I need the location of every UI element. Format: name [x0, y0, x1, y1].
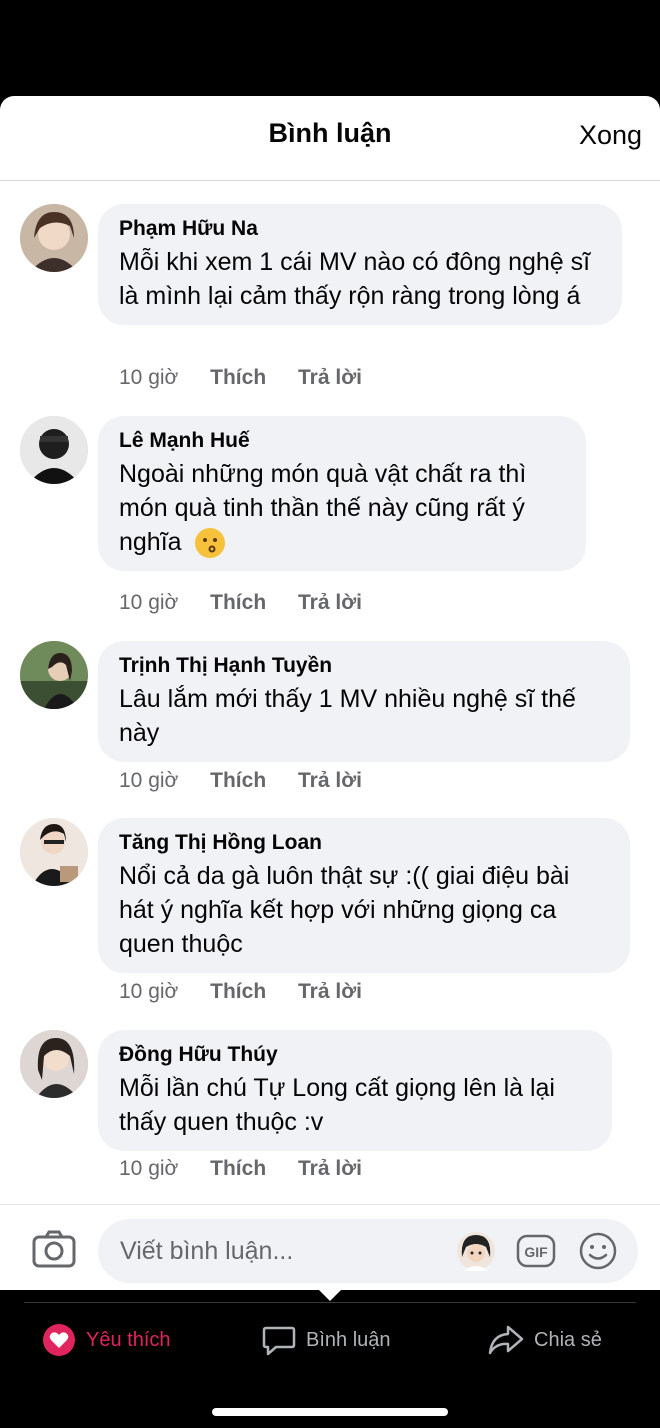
home-indicator[interactable]	[212, 1408, 448, 1416]
sheet-header: Bình luận Xong	[0, 96, 660, 181]
comment-time: 10 giờ	[119, 980, 179, 1003]
bottom-action-bar: Yêu thích Bình luận Chia sẻ	[0, 1289, 660, 1428]
reply-link[interactable]: Trả lời	[298, 1157, 362, 1180]
comment-time: 10 giờ	[119, 591, 179, 614]
like-link[interactable]: Thích	[210, 591, 266, 614]
comment-bubble: Tăng Thị Hồng Loan Nổi cả da gà luôn thậ…	[98, 818, 630, 973]
gif-label: GIF	[524, 1244, 548, 1260]
comment-actions: 10 giờ Thích Trả lời	[119, 980, 388, 1004]
comment-actions: 10 giờ Thích Trả lời	[119, 1157, 388, 1181]
comment-time: 10 giờ	[119, 769, 179, 792]
avatar[interactable]	[20, 641, 88, 709]
comment-text: Lâu lắm mới thấy 1 MV nhiều nghệ sĩ thế …	[119, 685, 576, 747]
comment-author[interactable]: Đồng Hữu Thúy	[119, 1042, 590, 1068]
like-link[interactable]: Thích	[210, 366, 266, 389]
avatar[interactable]	[20, 204, 88, 272]
like-tab[interactable]: Yêu thích	[42, 1320, 171, 1360]
avatar-sticker-icon[interactable]	[456, 1231, 496, 1271]
comment-actions: 10 giờ Thích Trả lời	[119, 366, 388, 390]
smiley-icon[interactable]	[578, 1231, 618, 1271]
reply-link[interactable]: Trả lời	[298, 769, 362, 792]
comment-bubble: Lê Mạnh Huế Ngoài những món quà vật chất…	[98, 416, 586, 571]
done-button[interactable]: Xong	[579, 120, 642, 151]
comment-composer: Viết bình luận... GIF	[0, 1204, 660, 1290]
comment-author[interactable]: Trịnh Thị Hạnh Tuyền	[119, 653, 608, 679]
comment-icon	[262, 1326, 296, 1356]
comment-text-wrapper: Ngoài những món quà vật chất ra thì món …	[119, 457, 564, 559]
page-title: Bình luận	[268, 118, 392, 148]
kissing-face-emoji	[194, 528, 225, 559]
share-icon	[488, 1325, 524, 1355]
comment-text: Ngoài những món quà vật chất ra thì món …	[119, 460, 527, 556]
heart-icon	[43, 1324, 75, 1356]
comment-text: Mỗi lần chú Tự Long cất giọng lên là lại…	[119, 1074, 555, 1136]
comment-bubble: Đồng Hữu Thúy Mỗi lần chú Tự Long cất gi…	[98, 1030, 612, 1151]
reply-link[interactable]: Trả lời	[298, 366, 362, 389]
comment-author[interactable]: Lê Mạnh Huế	[119, 428, 564, 454]
like-link[interactable]: Thích	[210, 980, 266, 1003]
avatar[interactable]	[20, 818, 88, 886]
sheet-pointer	[318, 1289, 342, 1301]
gif-icon[interactable]: GIF	[516, 1231, 556, 1271]
avatar[interactable]	[20, 416, 88, 484]
comment-bubble: Trịnh Thị Hạnh Tuyền Lâu lắm mới thấy 1 …	[98, 641, 630, 762]
comment-input[interactable]: Viết bình luận... GIF	[98, 1219, 638, 1283]
comment-bubble: Phạm Hữu Na Mỗi khi xem 1 cái MV nào có …	[98, 204, 622, 325]
comment-actions: 10 giờ Thích Trả lời	[119, 769, 388, 793]
comment-text: Nổi cả da gà luôn thật sự :(( giai điệu …	[119, 862, 570, 958]
reply-link[interactable]: Trả lời	[298, 980, 362, 1003]
camera-icon[interactable]	[32, 1229, 76, 1269]
reply-link[interactable]: Trả lời	[298, 591, 362, 614]
divider	[24, 1302, 636, 1303]
avatar[interactable]	[20, 1030, 88, 1098]
comment-tab[interactable]: Bình luận	[262, 1320, 391, 1360]
like-link[interactable]: Thích	[210, 769, 266, 792]
comment-placeholder: Viết bình luận...	[120, 1237, 294, 1265]
comment-tab-label: Bình luận	[306, 1328, 391, 1351]
comment-time: 10 giờ	[119, 366, 179, 389]
like-link[interactable]: Thích	[210, 1157, 266, 1180]
comments-sheet: Bình luận Xong Phạm Hữu Na Mỗi khi xem 1…	[0, 96, 660, 1290]
comment-text: Mỗi khi xem 1 cái MV nào có đông nghệ sĩ…	[119, 248, 591, 310]
comment-author[interactable]: Phạm Hữu Na	[119, 216, 600, 242]
like-tab-label: Yêu thích	[86, 1328, 171, 1351]
comment-actions: 10 giờ Thích Trả lời	[119, 591, 388, 615]
share-tab-label: Chia sẻ	[534, 1328, 602, 1351]
comment-time: 10 giờ	[119, 1157, 179, 1180]
share-tab[interactable]: Chia sẻ	[488, 1320, 602, 1360]
comment-author[interactable]: Tăng Thị Hồng Loan	[119, 830, 608, 856]
